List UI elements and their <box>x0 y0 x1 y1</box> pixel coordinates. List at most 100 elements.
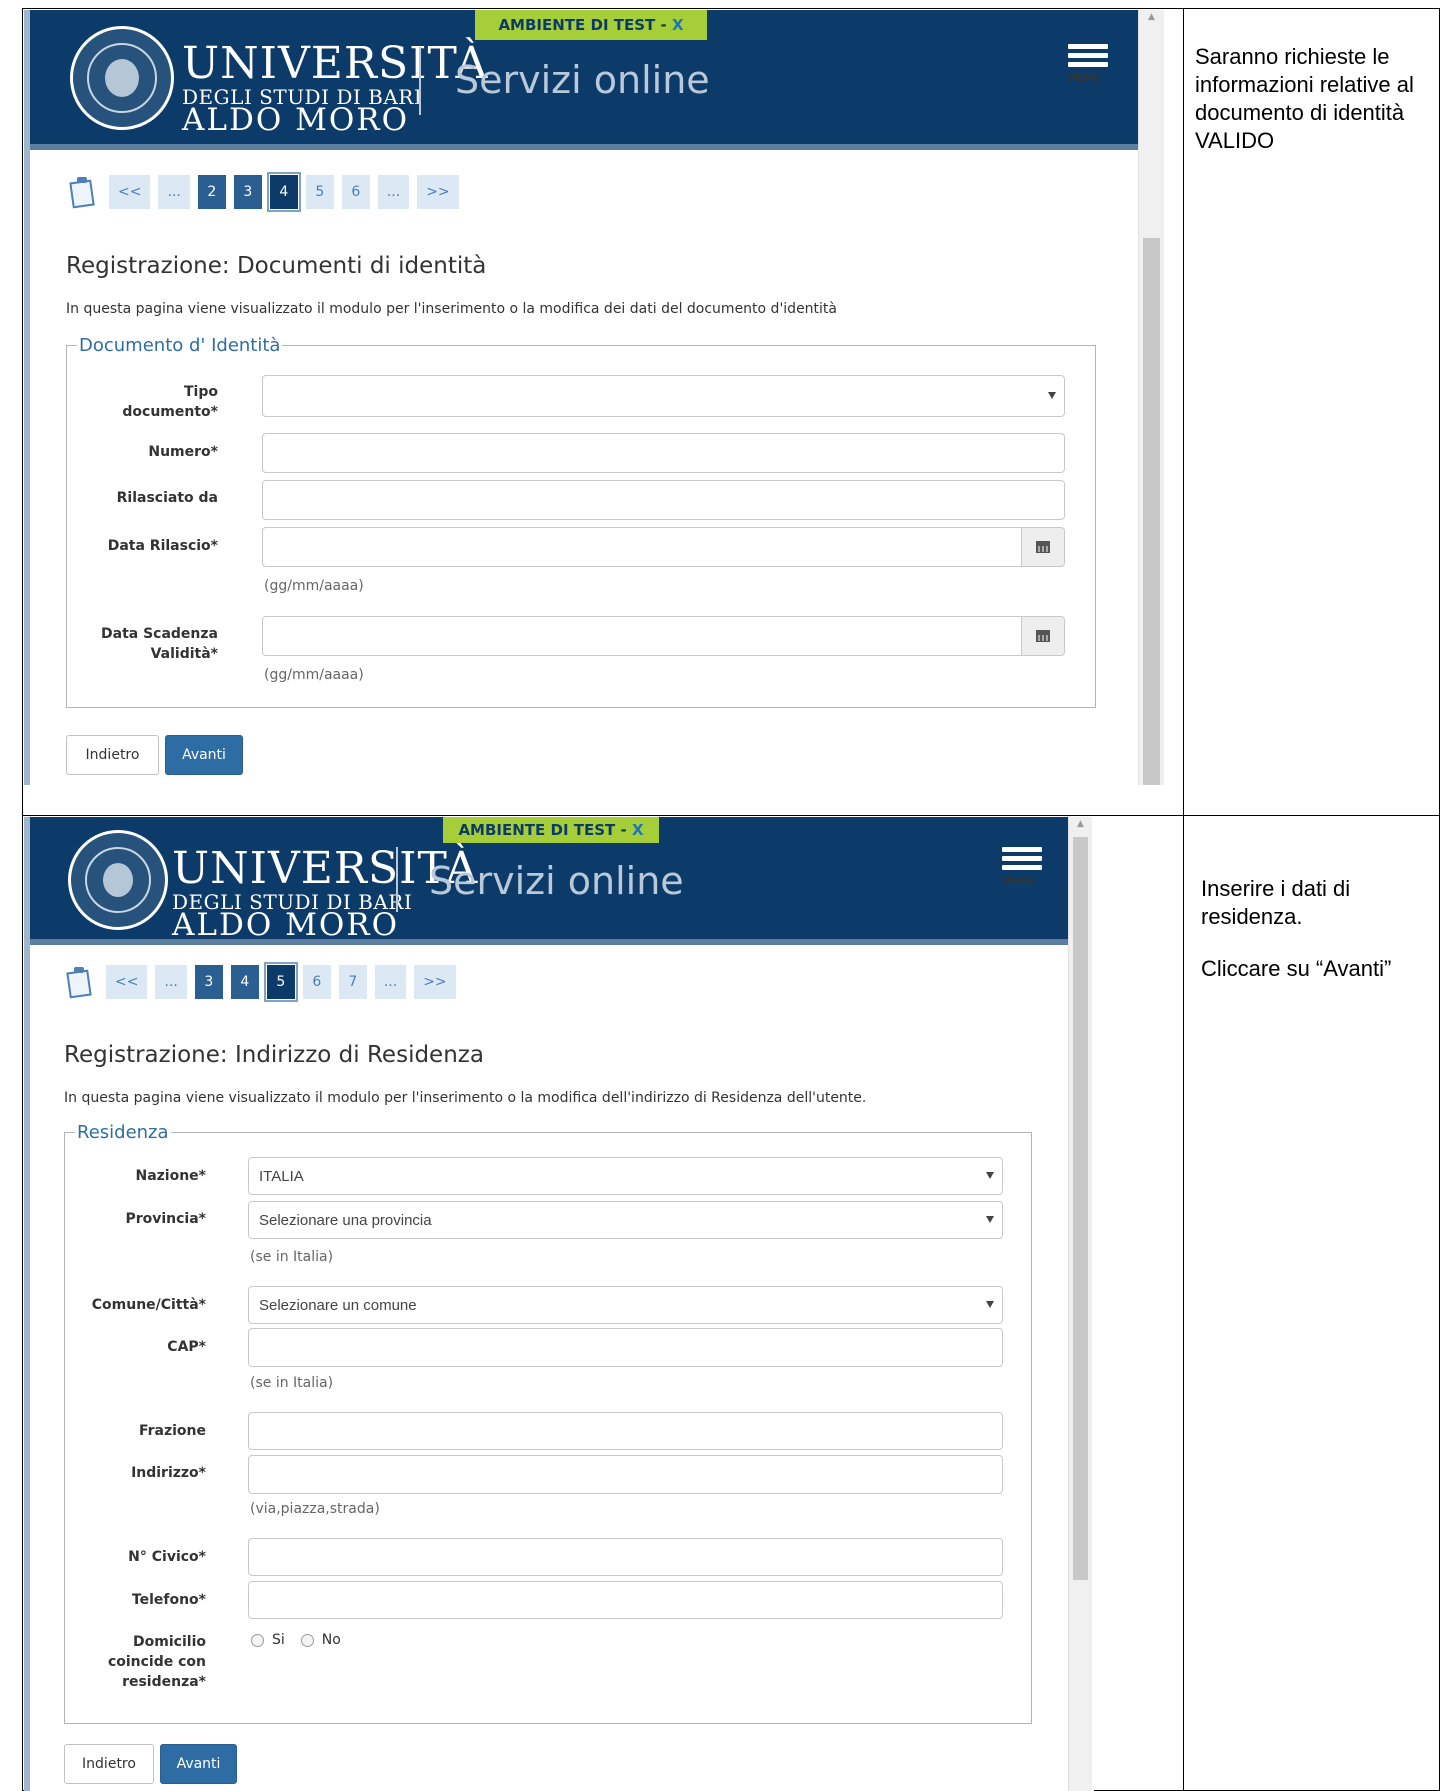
clipboard-icon <box>66 967 92 999</box>
chevron-down-icon <box>1048 392 1056 399</box>
pager-ellipsis-next[interactable]: ... <box>374 965 407 999</box>
numero-label: Numero* <box>148 444 218 460</box>
uni-name-line3: ALDO MORO <box>172 907 400 943</box>
pager-ellipsis[interactable]: ... <box>155 965 187 999</box>
telefono-input[interactable] <box>248 1581 1003 1619</box>
nazione-select[interactable]: ITALIA <box>248 1157 1003 1195</box>
pager-first-button[interactable]: << <box>109 175 151 209</box>
page-description: In questa pagina viene visualizzato il m… <box>66 301 838 317</box>
civico-input[interactable] <box>248 1538 1003 1576</box>
pager-step-3[interactable]: 3 <box>194 965 223 999</box>
indietro-button[interactable]: Indietro <box>66 735 159 775</box>
rilasciato-da-label: Rilasciato da <box>116 490 218 506</box>
pager-step-6[interactable]: 6 <box>302 965 331 999</box>
header-divider <box>30 144 1138 150</box>
civico-label: N° Civico* <box>128 1549 206 1565</box>
pager-step-7[interactable]: 7 <box>338 965 367 999</box>
indietro-button[interactable]: Indietro <box>64 1744 154 1784</box>
indirizzo-label: Indirizzo* <box>131 1465 206 1481</box>
hamburger-icon <box>1002 847 1042 852</box>
pager-last-button[interactable]: >> <box>417 175 459 209</box>
column-divider <box>1183 9 1184 1790</box>
radio-no-label[interactable]: No <box>322 1632 341 1648</box>
numero-input[interactable] <box>262 433 1065 473</box>
nazione-value: ITALIA <box>259 1167 304 1185</box>
se-in-italia-hint: (se in Italia) <box>250 1249 334 1265</box>
note-documenti: Saranno richieste le informazioni relati… <box>1195 44 1414 153</box>
vertical-scrollbar[interactable]: ▲ <box>1138 10 1164 785</box>
cap-label: CAP* <box>167 1339 206 1355</box>
close-banner-button[interactable]: X <box>632 821 644 839</box>
row-divider <box>23 815 1439 816</box>
scroll-up-arrow-icon[interactable]: ▲ <box>1139 12 1164 22</box>
data-rilascio-input[interactable] <box>262 527 1022 567</box>
menu-button[interactable]: MENU <box>1002 847 1042 887</box>
page-title: Registrazione: Indirizzo di Residenza <box>64 1042 484 1068</box>
provincia-select[interactable]: Selezionare una provincia <box>248 1201 1003 1239</box>
step-pager: << ... 2 3 4 5 6 ... >> <box>69 172 467 212</box>
pager-ellipsis-next[interactable]: ... <box>377 175 410 209</box>
test-banner-text: AMBIENTE DI TEST - <box>498 16 672 34</box>
comune-label: Comune/Città* <box>91 1297 206 1313</box>
avanti-button[interactable]: Avanti <box>165 735 243 775</box>
comune-select[interactable]: Selezionare un comune <box>248 1286 1003 1324</box>
data-scadenza-input[interactable] <box>262 616 1022 656</box>
nazione-label: Nazione* <box>135 1168 206 1184</box>
pager-step-3[interactable]: 3 <box>233 175 262 209</box>
uni-name-line1: UNIVERSITÀ <box>182 38 489 89</box>
tipo-documento-select[interactable] <box>262 375 1065 417</box>
pager-step-4-current[interactable]: 4 <box>266 172 301 212</box>
avanti-button[interactable]: Avanti <box>160 1744 237 1784</box>
pager-ellipsis[interactable]: ... <box>158 175 190 209</box>
data-rilascio-calendar-button[interactable] <box>1022 527 1065 567</box>
pager-step-5-current[interactable]: 5 <box>263 962 298 1002</box>
pager-last-button[interactable]: >> <box>414 965 456 999</box>
indirizzo-input[interactable] <box>248 1455 1003 1494</box>
pager-first-button[interactable]: << <box>106 965 148 999</box>
cap-input[interactable] <box>248 1328 1003 1367</box>
radio-no[interactable] <box>300 1633 314 1647</box>
telefono-label: Telefono* <box>131 1592 206 1608</box>
vertical-scrollbar[interactable]: ▲ <box>1068 817 1092 1791</box>
provincia-label: Provincia* <box>125 1211 206 1227</box>
uni-name-line3: ALDO MORO <box>182 102 410 138</box>
pager-step-4[interactable]: 4 <box>230 965 259 999</box>
header-divider <box>30 939 1070 945</box>
menu-label: MENU <box>1002 876 1036 887</box>
test-environment-banner: AMBIENTE DI TEST - X <box>475 10 707 40</box>
window-frame <box>24 817 30 1791</box>
date-format-hint: (gg/mm/aaaa) <box>264 578 364 594</box>
calendar-icon <box>1036 541 1050 553</box>
menu-button[interactable]: MENU <box>1068 44 1108 84</box>
scroll-up-arrow-icon[interactable]: ▲ <box>1069 819 1092 829</box>
data-scadenza-calendar-button[interactable] <box>1022 616 1065 656</box>
pager-step-2[interactable]: 2 <box>197 175 226 209</box>
page-title: Registrazione: Documenti di identità <box>66 253 487 279</box>
rilasciato-da-input[interactable] <box>262 480 1065 520</box>
provincia-value: Selezionare una provincia <box>259 1211 432 1229</box>
chevron-down-icon <box>986 1172 994 1179</box>
scrollbar-thumb[interactable] <box>1073 837 1088 1580</box>
note-residenza-1: Inserire i dati di residenza. <box>1201 876 1351 929</box>
date-format-hint-2: (gg/mm/aaaa) <box>264 667 364 683</box>
page-description: In questa pagina viene visualizzato il m… <box>64 1090 867 1106</box>
servizi-online-title: Servizi online <box>429 859 684 903</box>
radio-si[interactable] <box>251 1633 264 1647</box>
pager-step-6[interactable]: 6 <box>341 175 370 209</box>
frazione-input[interactable] <box>248 1412 1003 1450</box>
test-banner-text: AMBIENTE DI TEST - <box>458 821 632 839</box>
frazione-label: Frazione <box>138 1423 206 1439</box>
screenshot-residenza: UNIVERSITÀ DEGLI STUDI DI BARI ALDO MORO… <box>24 817 1094 1791</box>
domicilio-radio-group: Si No <box>251 1632 357 1648</box>
fieldset-legend: Residenza <box>77 1122 169 1143</box>
pager-step-5[interactable]: 5 <box>305 175 334 209</box>
domicilio-label: Domicilio coincide con residenza* <box>107 1634 206 1690</box>
fieldset-legend: Documento d' Identità <box>79 335 281 356</box>
close-banner-button[interactable]: X <box>672 16 684 34</box>
scrollbar-thumb[interactable] <box>1143 238 1160 785</box>
servizi-online-title: Servizi online <box>455 58 710 102</box>
chevron-down-icon <box>986 1216 994 1223</box>
site-header: UNIVERSITÀ DEGLI STUDI DI BARI ALDO MORO… <box>30 817 1070 945</box>
radio-si-label[interactable]: Si <box>272 1632 285 1648</box>
university-seal-logo <box>70 26 174 130</box>
